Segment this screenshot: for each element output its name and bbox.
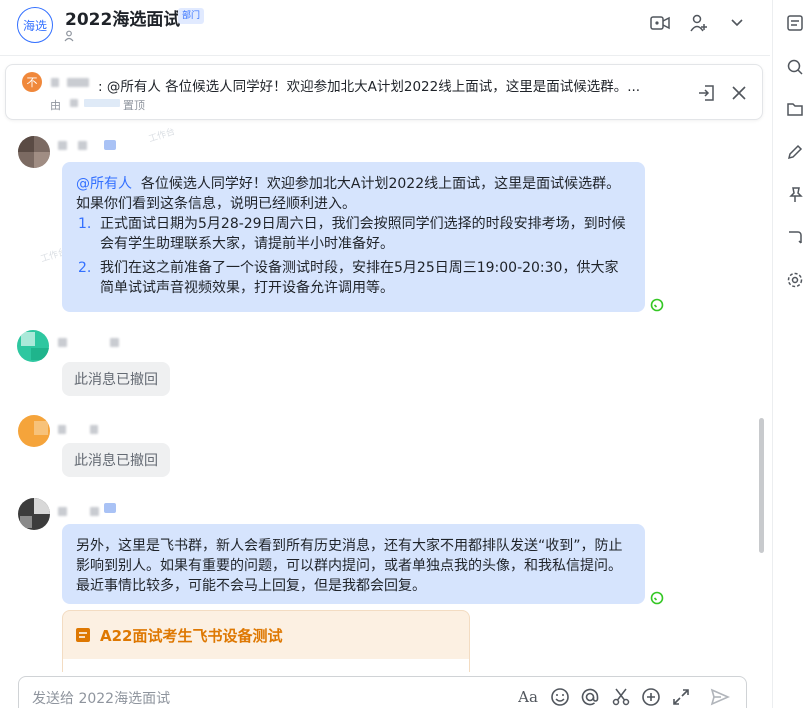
- list-item: 2. 我们在这之前准备了一个设备测试时段，安排在5月25日周三19:00-20:3…: [78, 260, 619, 296]
- redacted-name: [70, 99, 78, 107]
- role-badge: [104, 503, 116, 513]
- read-receipt-icon[interactable]: [650, 298, 664, 312]
- doc-card-title[interactable]: A22面试考生飞书设备测试: [100, 625, 282, 646]
- sender-avatar[interactable]: [18, 498, 50, 530]
- pinned-message-bar[interactable]: 不 : @所有人 各位候选人同学好！欢迎参加北大A计划2022线上面试，这里是面…: [5, 64, 763, 120]
- read-receipt-icon[interactable]: [650, 591, 664, 605]
- redacted-name: [58, 425, 66, 434]
- redacted-name: [67, 78, 89, 87]
- thread-icon[interactable]: [786, 228, 804, 246]
- chevron-down-icon[interactable]: [726, 12, 748, 34]
- expand-icon[interactable]: [670, 686, 692, 708]
- group-avatar[interactable]: 海选: [17, 7, 53, 43]
- watermark: 工作台: [147, 126, 177, 145]
- role-badge: [104, 140, 116, 150]
- list-item: 1. 正式面试日期为5月28-29日周六日，我们会按照同学们选择的时段安排考场，到…: [78, 216, 626, 252]
- message-bubble[interactable]: @所有人 各位候选人同学好！欢迎参加北大A计划2022线上面试，这里是面试候选群…: [62, 162, 645, 312]
- scissors-icon[interactable]: [610, 686, 632, 708]
- redacted-name: [110, 338, 119, 347]
- chat-header: 海选 2022海选面试 部门: [0, 0, 770, 56]
- redacted-name: [58, 338, 67, 347]
- pinned-label: 置顶: [123, 99, 145, 112]
- pinned-sender-avatar: 不: [22, 72, 42, 92]
- doc-card-body: [63, 659, 469, 673]
- redacted-name: [84, 99, 120, 107]
- doc-icon: [76, 628, 90, 642]
- folder-icon[interactable]: [786, 100, 804, 118]
- search-icon[interactable]: [786, 58, 804, 76]
- mention-icon[interactable]: [579, 686, 601, 708]
- sender-avatar[interactable]: [18, 136, 50, 168]
- announcement-icon[interactable]: [786, 14, 804, 32]
- redacted-name: [51, 78, 59, 87]
- send-icon[interactable]: [709, 686, 731, 708]
- pinned-message-text: : @所有人 各位候选人同学好！欢迎参加北大A计划2022线上面试，这里是面试候…: [98, 79, 641, 95]
- redacted-name: [90, 507, 99, 516]
- video-call-icon[interactable]: [649, 12, 671, 34]
- sender-avatar[interactable]: [18, 415, 50, 447]
- redacted-name: [58, 141, 67, 150]
- close-icon[interactable]: [731, 85, 747, 101]
- sender-avatar[interactable]: [17, 330, 49, 362]
- department-tag: 部门: [178, 8, 205, 24]
- message-list: 1. 正式面试日期为5月28-29日周六日，我们会按照同学们选择的时段安排考场，到…: [76, 214, 631, 298]
- emoji-icon[interactable]: [549, 686, 571, 708]
- doc-card[interactable]: A22面试考生飞书设备测试: [62, 610, 470, 673]
- add-member-icon[interactable]: [688, 12, 710, 34]
- settings-icon[interactable]: [786, 271, 804, 289]
- message-bubble[interactable]: 另外，这里是飞书群，新人会看到所有历史消息，还有大家不用都排队发送“收到”，防止…: [62, 524, 645, 604]
- mention-all[interactable]: @所有人: [76, 176, 132, 192]
- text-format-button[interactable]: Aa: [517, 686, 539, 708]
- pinned-by-label: 由: [50, 99, 61, 112]
- scrollbar[interactable]: [759, 418, 764, 553]
- message-input[interactable]: 发送给 2022海选面试 Aa: [18, 676, 747, 708]
- right-sidebar: [772, 0, 810, 708]
- pin-icon[interactable]: [786, 186, 804, 204]
- jump-to-message-icon[interactable]: [697, 84, 715, 102]
- message-intro: @所有人 各位候选人同学好！欢迎参加北大A计划2022线上面试，这里是面试候选群…: [76, 176, 621, 212]
- redacted-name: [58, 507, 67, 516]
- recalled-message: 此消息已撤回: [62, 443, 170, 477]
- message-input-placeholder: 发送给 2022海选面试: [32, 691, 171, 707]
- redacted-name: [90, 425, 98, 434]
- chat-title[interactable]: 2022海选面试: [65, 5, 180, 30]
- member-count-icon[interactable]: [64, 30, 74, 42]
- redacted-name: [78, 141, 87, 150]
- plus-icon[interactable]: [640, 686, 662, 708]
- recalled-message: 此消息已撤回: [62, 362, 170, 396]
- edit-icon[interactable]: [786, 143, 804, 161]
